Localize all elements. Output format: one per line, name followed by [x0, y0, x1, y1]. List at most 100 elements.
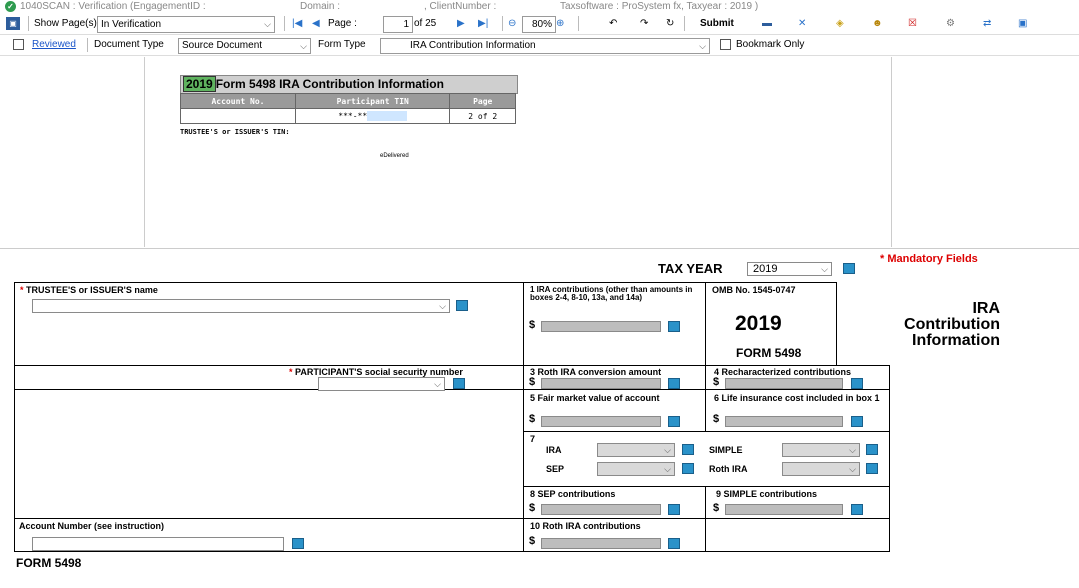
box3-button[interactable]	[668, 378, 680, 389]
formtype-label: Form Type	[318, 39, 366, 50]
delete-icon[interactable]: ☒	[908, 16, 917, 31]
doc-delivered: eDelivered	[380, 153, 409, 159]
chevron-down-icon: ⌵	[699, 41, 706, 51]
box10-input[interactable]	[541, 538, 661, 549]
window-icon[interactable]: ▣	[1018, 16, 1027, 31]
ssn-select[interactable]: ⌵	[318, 377, 445, 391]
submit-button[interactable]: Submit	[700, 16, 734, 31]
zoom-out-icon[interactable]: ⊖	[508, 16, 516, 31]
tool-icon[interactable]: ⚙	[946, 16, 955, 31]
tax-year-value: 2019	[753, 263, 778, 275]
box5-input[interactable]	[541, 416, 661, 427]
next-page-icon[interactable]: ▶	[457, 16, 465, 31]
reviewed-link[interactable]: Reviewed	[32, 38, 76, 52]
box5-button[interactable]	[668, 416, 680, 427]
box4-input[interactable]	[725, 378, 843, 389]
reviewed-checkbox[interactable]	[13, 38, 24, 50]
account-button[interactable]	[292, 538, 304, 549]
show-pages-select[interactable]: In Verification ⌵	[97, 16, 275, 33]
transfer-icon[interactable]: ⇄	[983, 16, 991, 31]
chevron-down-icon: ⌵	[664, 445, 671, 455]
omb-number: OMB No. 1545-0747	[712, 285, 796, 295]
box8-button[interactable]	[668, 504, 680, 515]
tax-year-select[interactable]: 2019 ⌵	[747, 262, 832, 276]
page-of: of 25	[414, 18, 437, 29]
first-page-icon[interactable]: |◀	[292, 16, 302, 31]
box9-input[interactable]	[725, 504, 843, 515]
chevron-down-icon: ⌵	[849, 445, 856, 455]
chevron-down-icon: ⌵	[849, 464, 856, 474]
box7-sep-button[interactable]	[682, 463, 694, 474]
box7-simple-button[interactable]	[866, 444, 878, 455]
diamond-icon[interactable]: ◈	[836, 16, 844, 31]
doc-col-page: Page	[449, 93, 516, 109]
box5-dollar: $	[529, 413, 536, 425]
box10-dollar: $	[529, 535, 536, 547]
show-pages-label: Show Page(s)	[34, 18, 97, 29]
rotate-right-icon[interactable]: ↷	[640, 16, 648, 31]
box5-label: 5 Fair market value of account	[530, 393, 660, 403]
box7-simple-select[interactable]: ⌵	[782, 443, 860, 457]
box6-input[interactable]	[725, 416, 843, 427]
last-page-icon[interactable]: ▶|	[478, 16, 488, 31]
close-icon[interactable]: ✕	[798, 16, 806, 31]
box7-sep-select[interactable]: ⌵	[597, 462, 675, 476]
box7-ira-select[interactable]: ⌵	[597, 443, 675, 457]
box7-ira-button[interactable]	[682, 444, 694, 455]
trustee-button[interactable]	[456, 300, 468, 311]
chevron-down-icon: ⌵	[664, 464, 671, 474]
zoom-input[interactable]: 80%	[522, 16, 556, 33]
doctype-select[interactable]: Source Document ⌵	[178, 38, 311, 54]
doc-table: Account No. Participant TIN Page ***-** 2 o…	[180, 93, 516, 124]
blank-box	[705, 518, 890, 552]
box7-simple-label: SIMPLE	[709, 445, 743, 455]
page-input[interactable]: 1	[383, 16, 413, 33]
filter-row: Reviewed Document Type Source Document ⌵ …	[0, 35, 1079, 56]
box10-button[interactable]	[668, 538, 680, 549]
box7	[523, 431, 890, 487]
form-year: 2019	[735, 312, 782, 335]
title-bar: ✓ 1040SCAN : Verification (EngagementID …	[0, 0, 1079, 13]
box8-input[interactable]	[541, 504, 661, 515]
tax-year-button[interactable]	[843, 263, 855, 274]
box3-input[interactable]	[541, 378, 661, 389]
chevron-down-icon: ⌵	[264, 19, 271, 29]
box4-button[interactable]	[851, 378, 863, 389]
doc-tin-value: ***-**	[338, 111, 368, 121]
rotate-left-icon[interactable]: ↶	[609, 16, 617, 31]
participant-label: * PARTICIPANT'S social security number	[289, 367, 463, 377]
box9-button[interactable]	[851, 504, 863, 515]
box1-input[interactable]	[541, 321, 661, 332]
box7-roth-label: Roth IRA	[709, 464, 748, 474]
prev-page-icon[interactable]: ◀	[312, 16, 320, 31]
box6-button[interactable]	[851, 416, 863, 427]
chevron-down-icon: ⌵	[300, 41, 307, 51]
address-box	[14, 389, 524, 519]
formtype-select[interactable]: IRA Contribution Information ⌵	[380, 38, 710, 54]
ssn-button[interactable]	[453, 378, 465, 389]
doc-trustee-tin: TRUSTEE'S or ISSUER'S TIN:	[180, 128, 290, 136]
bookmark-checkbox[interactable]	[720, 38, 731, 50]
domain-label: Domain :	[300, 1, 341, 12]
page-label: Page :	[328, 18, 357, 29]
app-title: 1040SCAN : Verification (EngagementID :	[20, 1, 206, 12]
box1-button[interactable]	[668, 321, 680, 332]
save-icon[interactable]: ▣	[6, 16, 22, 31]
box7-ira-label: IRA	[546, 445, 562, 455]
doc-page-value: 2 of 2	[449, 108, 516, 124]
monitor-icon[interactable]: ▬	[762, 16, 772, 31]
document-viewer[interactable]: 2019 Form 5498 IRA Contribution Informati…	[144, 57, 892, 247]
trustee-label-text: TRUSTEE'S or ISSUER'S name	[26, 285, 158, 295]
box7-roth-button[interactable]	[866, 463, 878, 474]
form-number: FORM 5498	[736, 346, 802, 360]
doc-year: 2019	[183, 76, 216, 92]
box7-roth-select[interactable]: ⌵	[782, 462, 860, 476]
zoom-in-icon[interactable]: ⊕	[556, 16, 564, 31]
doc-col-account: Account No.	[180, 93, 296, 109]
box3-dollar: $	[529, 376, 536, 388]
ira-title-1: IRA	[972, 300, 1000, 317]
refresh-icon[interactable]: ↻	[666, 16, 674, 31]
trustee-select[interactable]: ⌵	[32, 299, 450, 313]
users-icon[interactable]: ☻	[872, 16, 883, 31]
account-input[interactable]	[32, 537, 284, 551]
